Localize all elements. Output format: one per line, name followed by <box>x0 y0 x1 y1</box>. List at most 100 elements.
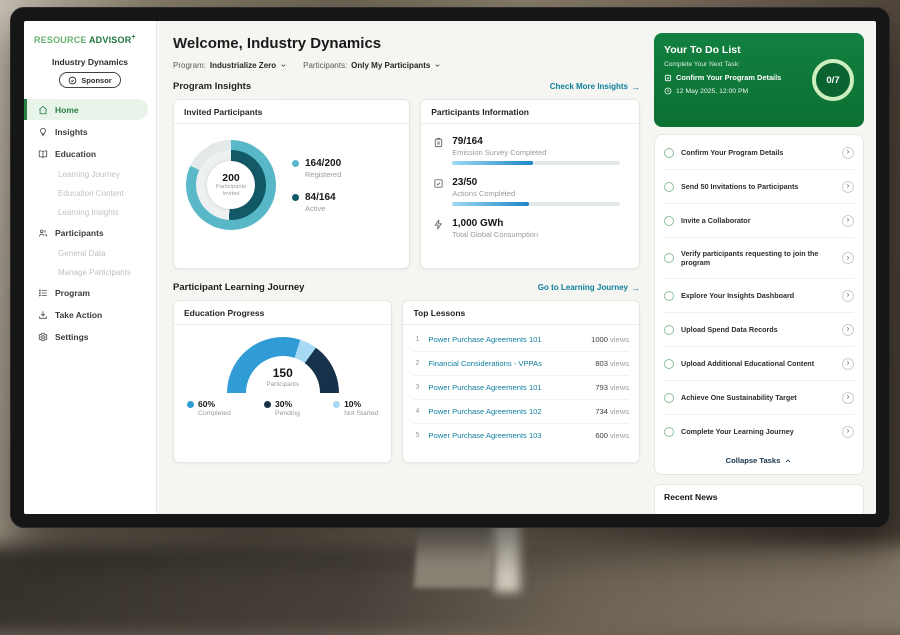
task-row[interactable]: Verify participants requesting to join t… <box>664 238 854 279</box>
task-row[interactable]: Upload Spend Data Records › <box>664 313 854 347</box>
legend-value: 30% <box>275 399 300 409</box>
task-row[interactable]: Explore Your Insights Dashboard › <box>664 279 854 313</box>
task-checkbox[interactable] <box>664 325 674 335</box>
chevron-right-icon[interactable]: › <box>842 252 854 264</box>
legend-item: 10% Not Started <box>333 399 378 417</box>
progress-bar <box>452 161 620 165</box>
gauge-legend: 60% Completed 30% Pending <box>184 399 381 417</box>
lesson-title-link[interactable]: Financial Considerations - VPPAs <box>428 359 588 368</box>
chevron-right-icon[interactable]: › <box>842 147 854 159</box>
check-square-icon <box>433 178 444 206</box>
card-title: Education Progress <box>174 301 391 325</box>
task-checkbox[interactable] <box>664 182 674 192</box>
chevron-right-icon[interactable]: › <box>842 358 854 370</box>
check-more-insights-link[interactable]: Check More Insights → <box>550 82 640 92</box>
sidebar-item-education[interactable]: Education <box>24 143 148 164</box>
sidebar-item-learning-journey[interactable]: Learning Journey <box>24 165 148 183</box>
legend-label: Not Started <box>344 410 378 417</box>
info-row: 23/50 Actions Completed <box>433 177 627 206</box>
sidebar-item-label: General Data <box>58 249 106 258</box>
task-row[interactable]: Complete Your Learning Journey › <box>664 415 854 448</box>
sidebar-nav: Home Insights Education Learning Journey… <box>24 99 156 347</box>
home-icon <box>38 105 48 115</box>
task-row[interactable]: Invite a Collaborator › <box>664 204 854 238</box>
sidebar-item-label: Learning Journey <box>58 170 120 179</box>
sidebar-item-general-data[interactable]: General Data <box>24 244 148 262</box>
todo-next-task[interactable]: Confirm Your Program Details <box>664 73 781 82</box>
sidebar-item-manage-participants[interactable]: Manage Participants <box>24 263 148 281</box>
insights-cards-row: Invited Participants 200 Participants In… <box>173 99 640 269</box>
sidebar-item-home[interactable]: Home <box>24 99 148 120</box>
sidebar-item-settings[interactable]: Settings <box>24 326 148 347</box>
task-checkbox[interactable] <box>664 253 674 263</box>
todo-due: 12 May 2025, 12:00 PM <box>664 87 781 95</box>
todo-progress-ring: 0/7 <box>812 59 854 101</box>
link-label: Go to Learning Journey <box>538 283 628 292</box>
invited-card-body: 200 Participants Invited 164/200 Registe… <box>174 124 409 246</box>
filters-row: Program: Industrialize Zero Participants… <box>173 61 640 70</box>
sidebar-item-participants[interactable]: Participants <box>24 222 148 243</box>
legend-label: Registered <box>305 170 341 179</box>
donut-center: 200 Participants Invited <box>207 161 255 209</box>
task-checkbox[interactable] <box>664 216 674 226</box>
chevron-right-icon[interactable]: › <box>842 426 854 438</box>
participants-dropdown[interactable]: Participants: Only My Participants <box>303 61 441 70</box>
task-checkbox[interactable] <box>664 393 674 403</box>
lesson-title-link[interactable]: Power Purchase Agreements 103 <box>428 431 588 440</box>
card-title: Invited Participants <box>174 100 409 124</box>
task-row[interactable]: Confirm Your Program Details › <box>664 136 854 170</box>
lesson-row: 5 Power Purchase Agreements 103 600views <box>413 424 629 447</box>
task-checkbox[interactable] <box>664 148 674 158</box>
task-row[interactable]: Send 50 Invitations to Participants › <box>664 170 854 204</box>
lesson-views-count: 734 <box>595 407 608 416</box>
legend-value: 164/200 <box>305 158 341 169</box>
active-dot <box>292 194 299 201</box>
go-to-learning-journey-link[interactable]: Go to Learning Journey → <box>538 283 640 293</box>
collapse-tasks-button[interactable]: Collapse Tasks <box>664 448 854 474</box>
lesson-title-link[interactable]: Power Purchase Agreements 101 <box>428 335 584 344</box>
todo-subtitle: Complete Your Next Task: <box>664 61 781 68</box>
section-title: Program Insights <box>173 81 251 92</box>
lesson-rank: 5 <box>413 432 421 439</box>
chevron-down-icon <box>280 62 287 69</box>
list-icon <box>38 288 48 298</box>
task-checkbox[interactable] <box>664 359 674 369</box>
arrow-right-icon: → <box>631 283 640 293</box>
info-card-body: 79/164 Emission Survey Completed 23/50 A… <box>421 124 639 251</box>
lesson-title-link[interactable]: Power Purchase Agreements 102 <box>428 407 588 416</box>
task-checkbox[interactable] <box>664 291 674 301</box>
sidebar-item-learning-insights[interactable]: Learning Insights <box>24 203 148 221</box>
invited-donut-chart: 200 Participants Invited <box>186 140 276 230</box>
sidebar-item-insights[interactable]: Insights <box>24 121 148 142</box>
sponsor-badge[interactable]: Sponsor <box>59 72 120 88</box>
progress-fill <box>452 161 533 165</box>
info-label: Total Global Consumption <box>452 230 627 239</box>
chevron-right-icon[interactable]: › <box>842 324 854 336</box>
task-label: Send 50 Invitations to Participants <box>681 182 835 192</box>
main-content: Welcome, Industry Dynamics Program: Indu… <box>157 21 652 514</box>
dashboard-screen: RESOURCE ADVISOR+ Industry Dynamics Spon… <box>24 21 876 514</box>
clock-icon <box>664 87 672 95</box>
participants-dropdown-label: Participants: <box>303 61 347 70</box>
book-icon <box>38 149 48 159</box>
chevron-right-icon[interactable]: › <box>842 392 854 404</box>
lesson-row: 1 Power Purchase Agreements 101 1000view… <box>413 328 629 352</box>
organization-name: Industry Dynamics <box>24 57 156 67</box>
chevron-right-icon[interactable]: › <box>842 181 854 193</box>
app-logo[interactable]: RESOURCE ADVISOR+ <box>24 32 156 45</box>
chevron-right-icon[interactable]: › <box>842 290 854 302</box>
lesson-views-label: views <box>610 407 629 416</box>
task-checkbox[interactable] <box>664 427 674 437</box>
program-dropdown-value: Industrialize Zero <box>210 61 276 70</box>
lesson-title-link[interactable]: Power Purchase Agreements 101 <box>428 383 588 392</box>
sidebar-item-education-content[interactable]: Education Content <box>24 184 148 202</box>
sidebar-item-program[interactable]: Program <box>24 282 148 303</box>
task-row[interactable]: Achieve One Sustainability Target › <box>664 381 854 415</box>
legend-label: Pending <box>275 410 300 417</box>
monitor-stand <box>414 522 495 588</box>
sidebar-item-take-action[interactable]: Take Action <box>24 304 148 325</box>
task-row[interactable]: Upload Additional Educational Content › <box>664 347 854 381</box>
pending-dot <box>264 401 271 408</box>
chevron-right-icon[interactable]: › <box>842 215 854 227</box>
program-dropdown[interactable]: Program: Industrialize Zero <box>173 61 287 70</box>
